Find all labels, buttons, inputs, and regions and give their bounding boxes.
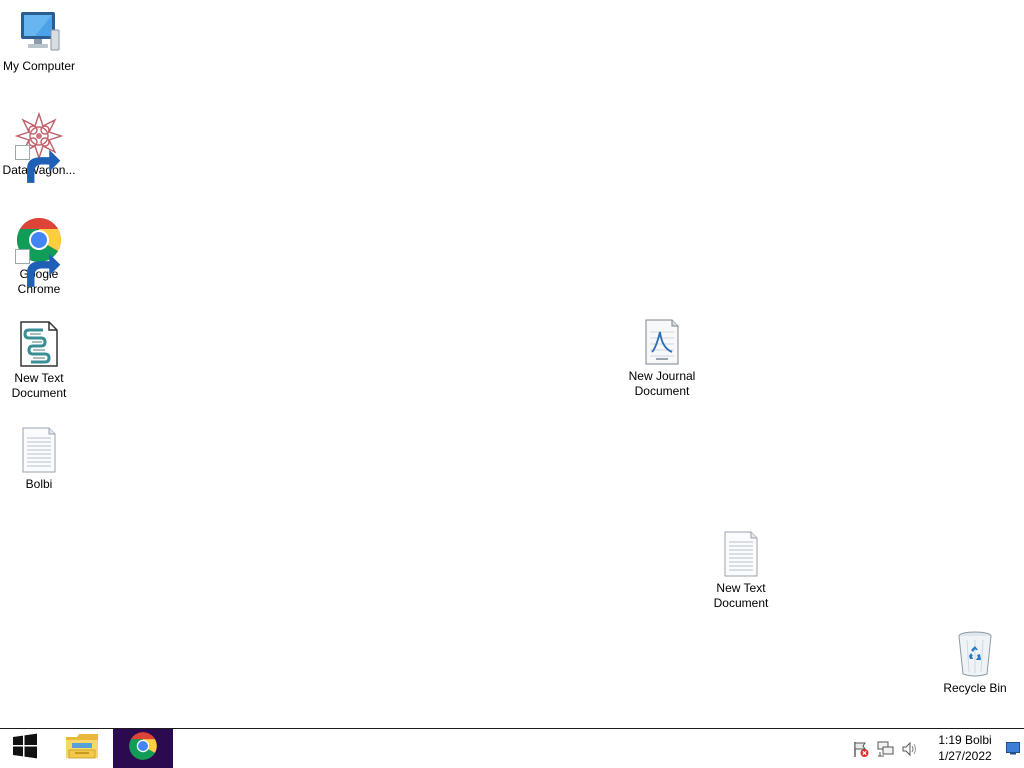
desktop-icon-recycle-bin[interactable]: Recycle Bin <box>936 630 1014 696</box>
desktop-icon-my-computer[interactable]: My Computer <box>0 8 78 74</box>
text-document-icon <box>717 530 765 578</box>
desktop-icon-label: My Computer <box>2 59 76 73</box>
desktop-icon-new-text-document-script[interactable]: New Text Document <box>0 320 78 401</box>
computer-icon <box>15 8 63 56</box>
desktop-icon-new-journal-document[interactable]: New Journal Document <box>623 318 701 399</box>
taskbar-file-explorer-button[interactable] <box>53 729 110 768</box>
datawagon-icon <box>15 112 63 183</box>
desktop-icon-label: New Text Document <box>11 371 67 400</box>
windows-start-icon <box>12 733 38 764</box>
desktop-icon-label: Recycle Bin <box>943 681 1007 695</box>
network-icon[interactable] <box>877 740 895 758</box>
show-desktop-button[interactable] <box>1006 741 1020 755</box>
chrome-icon <box>128 731 158 766</box>
shortcut-arrow-icon <box>15 145 61 183</box>
text-document-icon <box>15 426 63 474</box>
shortcut-arrow-icon <box>15 249 61 287</box>
desktop-icon-label: New Journal Document <box>628 369 696 398</box>
desktop-icon-new-text-document[interactable]: New Text Document <box>702 530 780 611</box>
volume-icon[interactable] <box>901 740 919 758</box>
chrome-icon <box>15 216 63 287</box>
folder-icon <box>65 731 99 766</box>
clock-date: 1/27/2022 <box>938 749 992 763</box>
start-button[interactable] <box>0 729 50 768</box>
desktop-icon-datawagon[interactable]: DataWagon... <box>0 112 78 183</box>
desktop-icon-bolbi[interactable]: Bolbi <box>0 426 78 492</box>
clock-time: 1:19 Bolbi <box>938 733 992 747</box>
desktop: My Computer DataWagon... Google Chrome N… <box>0 0 1024 728</box>
taskbar-clock[interactable]: 1:19 Bolbi 1/27/2022 <box>926 732 1004 764</box>
desktop-icon-label: Bolbi <box>25 477 53 491</box>
desktop-icon-google-chrome[interactable]: Google Chrome <box>0 216 78 297</box>
script-document-icon <box>15 320 63 368</box>
taskbar: 1:19 Bolbi 1/27/2022 <box>0 728 1024 768</box>
action-center-flag-icon[interactable] <box>852 740 870 758</box>
journal-document-icon <box>638 318 686 366</box>
recycle-bin-icon <box>951 630 999 678</box>
taskbar-chrome-button[interactable] <box>113 729 173 768</box>
desktop-icon-label: New Text Document <box>713 581 769 610</box>
